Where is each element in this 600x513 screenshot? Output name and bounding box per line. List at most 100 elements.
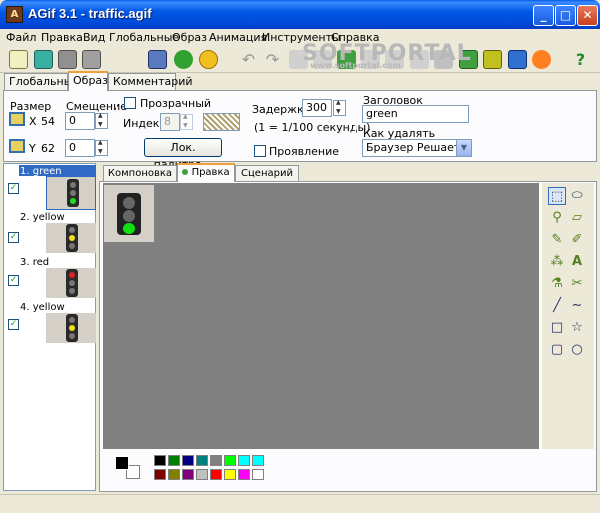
smile-icon[interactable] <box>199 50 218 69</box>
tab-comment[interactable]: Комментарий <box>108 73 193 91</box>
palette-swatch[interactable] <box>154 469 166 480</box>
caption-field[interactable]: green <box>362 105 469 123</box>
spray-icon[interactable]: ⁂ <box>548 253 566 271</box>
frame-4-thumbnail[interactable] <box>46 313 96 343</box>
settings-icon[interactable] <box>508 50 527 69</box>
eraser-icon[interactable]: ▱ <box>568 209 586 227</box>
lamp-top <box>69 317 75 323</box>
curve-icon[interactable]: ∼ <box>568 297 586 315</box>
menu-view[interactable]: Вид <box>83 31 105 44</box>
transparent-checkbox[interactable] <box>124 97 136 109</box>
frame-1-thumbnail[interactable] <box>46 176 96 210</box>
lasso-icon[interactable]: ⬭ <box>568 187 586 205</box>
frame-3-thumbnail[interactable] <box>46 268 96 298</box>
menu-edit[interactable]: Правка <box>41 31 83 44</box>
palette-swatch[interactable] <box>224 469 236 480</box>
menu-image[interactable]: Образ <box>172 31 207 44</box>
save-icon[interactable] <box>58 50 77 69</box>
index-spinner[interactable] <box>180 113 193 130</box>
camera-icon[interactable] <box>148 50 167 69</box>
transparent-label: Прозрачный <box>140 97 212 110</box>
palette-swatch[interactable] <box>252 455 264 466</box>
palette-swatch[interactable] <box>224 455 236 466</box>
palette-swatch[interactable] <box>210 469 222 480</box>
new-icon[interactable] <box>9 50 28 69</box>
offset-y-spinner[interactable] <box>95 139 108 156</box>
menu-global[interactable]: Глобальные <box>109 31 179 44</box>
offset-x-spinner[interactable] <box>95 112 108 129</box>
minimize-button[interactable]: _ <box>533 5 554 26</box>
save-as-icon[interactable] <box>82 50 101 69</box>
redo-icon[interactable]: ↷ <box>263 50 282 69</box>
palette-swatch[interactable] <box>238 455 250 466</box>
height-icon <box>9 139 25 153</box>
offset-x-field[interactable]: 0 <box>65 112 95 130</box>
frame-list[interactable]: 1. green ✓ 2. yellow ✓ 3. red ✓ 4. yello… <box>3 163 96 491</box>
film-icon[interactable] <box>483 50 502 69</box>
refresh-icon[interactable] <box>174 50 193 69</box>
frame-3-checkbox[interactable]: ✓ <box>8 275 19 286</box>
brush-icon[interactable]: ✐ <box>568 231 586 249</box>
local-palette-button[interactable]: Лок. палитра... <box>144 138 222 171</box>
palette-swatch[interactable] <box>196 469 208 480</box>
index-field[interactable]: 8 <box>160 113 180 131</box>
offset-y-field[interactable]: 0 <box>65 139 95 157</box>
lamp-top <box>69 227 75 233</box>
tab-edit-label: Правка <box>191 167 230 178</box>
lamp-middle <box>69 280 75 286</box>
picker-icon[interactable]: ⚗ <box>548 275 566 293</box>
palette-swatch[interactable] <box>168 455 180 466</box>
rectangle-icon[interactable]: □ <box>548 319 566 337</box>
tab-layout[interactable]: Компоновка <box>103 165 177 182</box>
zoom-icon[interactable]: ✂ <box>568 275 586 293</box>
burst-icon[interactable] <box>532 50 551 69</box>
polygon-icon[interactable]: ☆ <box>568 319 586 337</box>
palette-swatch[interactable] <box>238 469 250 480</box>
select-rect-icon[interactable]: ⬚ <box>548 187 566 205</box>
palette-swatch[interactable] <box>182 469 194 480</box>
chevron-down-icon[interactable]: ▼ <box>456 140 471 156</box>
close-button[interactable]: ✕ <box>577 5 598 26</box>
ellipse-icon[interactable]: ○ <box>568 341 586 359</box>
lamp-bottom-green <box>123 223 135 234</box>
picture-icon: A <box>6 6 23 23</box>
tab-edit[interactable]: Правка <box>177 163 235 182</box>
image-canvas[interactable] <box>103 183 539 449</box>
fill-icon[interactable]: ⚲ <box>548 209 566 227</box>
palette-swatch[interactable] <box>252 469 264 480</box>
rounded-rect-icon[interactable]: ▢ <box>548 341 566 359</box>
menu-animation[interactable]: Анимация <box>209 31 267 44</box>
pencil-icon[interactable]: ✎ <box>548 231 566 249</box>
palette-swatch[interactable] <box>168 469 180 480</box>
undo-icon[interactable]: ↶ <box>239 50 258 69</box>
palette-swatch[interactable] <box>154 455 166 466</box>
line-icon[interactable]: ╱ <box>548 297 566 315</box>
foreground-color[interactable] <box>115 456 129 470</box>
frame-4-label[interactable]: 4. yellow <box>20 302 65 313</box>
help-icon[interactable]: ? <box>571 50 590 69</box>
lamp-bottom <box>69 288 75 294</box>
canvas-image[interactable] <box>104 185 154 242</box>
tab-script[interactable]: Сценарий <box>235 165 299 182</box>
palette-swatch[interactable] <box>210 455 222 466</box>
maximize-button[interactable]: □ <box>555 5 576 26</box>
color-picker[interactable] <box>203 113 240 131</box>
window-title: AGif 3.1 - traffic.agif <box>28 6 152 21</box>
frame-2-label[interactable]: 2. yellow <box>20 212 65 223</box>
delay-spinner[interactable] <box>333 99 346 116</box>
palette-swatch[interactable] <box>182 455 194 466</box>
menu-file[interactable]: Файл <box>6 31 36 44</box>
frame-4-checkbox[interactable]: ✓ <box>8 319 19 330</box>
delay-field[interactable]: 300 <box>302 99 332 117</box>
frame-2-thumbnail[interactable] <box>46 223 96 253</box>
text-icon[interactable]: A <box>568 253 586 271</box>
tab-global[interactable]: Глобальные <box>4 73 79 91</box>
palette-swatch[interactable] <box>196 455 208 466</box>
interlace-checkbox[interactable] <box>254 145 266 157</box>
frame-1-checkbox[interactable]: ✓ <box>8 183 19 194</box>
frame-1-label[interactable]: 1. green <box>20 166 62 177</box>
frame-3-label[interactable]: 3. red <box>20 257 49 268</box>
open-icon[interactable] <box>34 50 53 69</box>
tab-image[interactable]: Образ <box>68 71 108 91</box>
frame-2-checkbox[interactable]: ✓ <box>8 232 19 243</box>
